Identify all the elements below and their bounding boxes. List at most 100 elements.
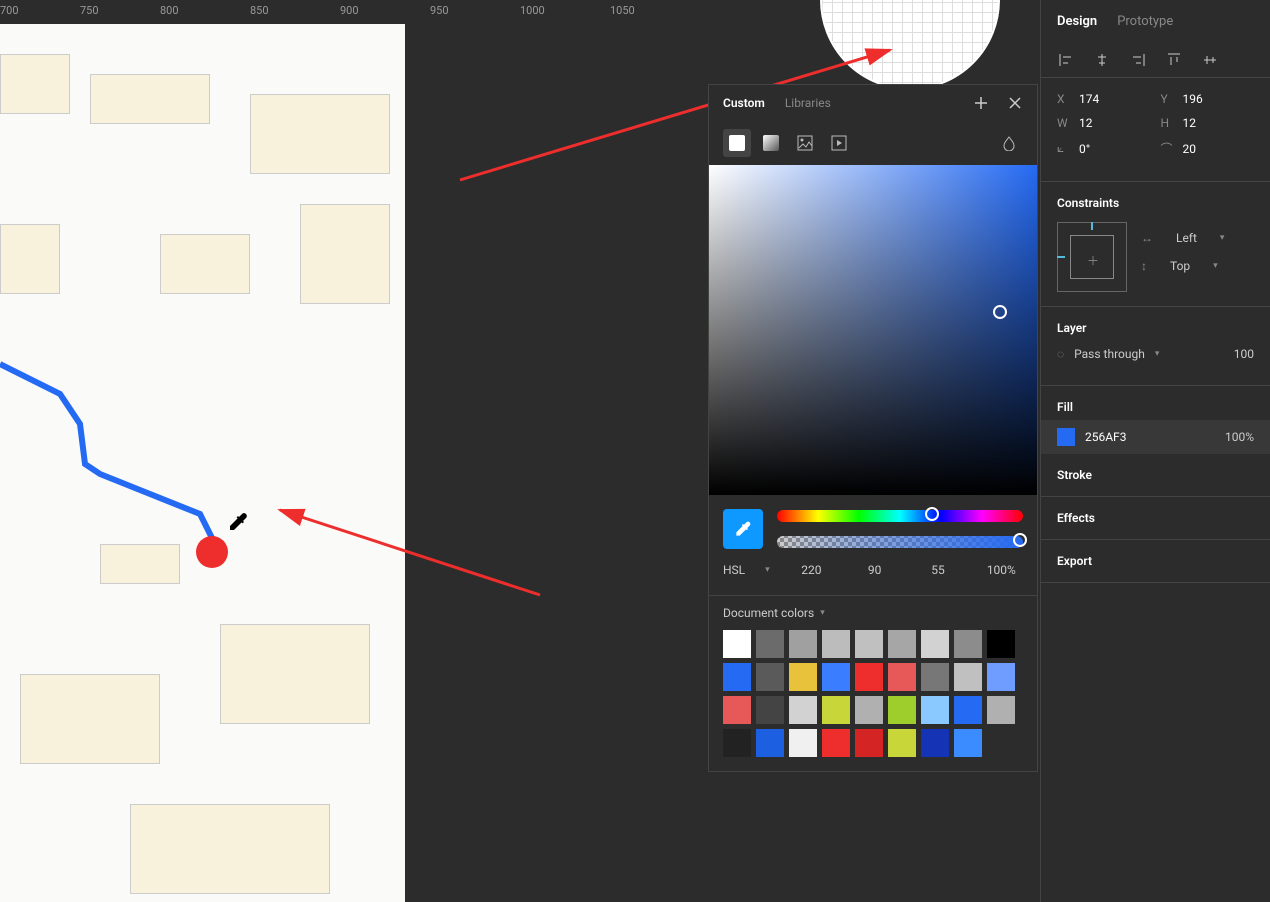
color-swatch[interactable] (789, 630, 817, 658)
color-swatch[interactable] (723, 696, 751, 724)
color-swatch[interactable] (888, 696, 916, 724)
hue-thumb[interactable] (925, 507, 939, 521)
blend-select[interactable]: Pass through (1074, 347, 1145, 361)
rotation-icon: ⟀ (1057, 141, 1071, 156)
color-swatch[interactable] (987, 696, 1015, 724)
fill-hex[interactable]: 256AF3 (1085, 430, 1126, 444)
radius-icon: ⌒ (1161, 140, 1175, 157)
eyedropper-button[interactable] (723, 509, 763, 549)
layer-opacity[interactable]: 100 (1234, 347, 1254, 361)
document-colors-label[interactable]: Document colors (723, 606, 814, 620)
color-swatch[interactable] (888, 729, 916, 757)
color-swatch[interactable] (855, 630, 883, 658)
constraints-widget[interactable]: ＋ (1057, 222, 1127, 292)
color-swatch[interactable] (855, 663, 883, 691)
color-swatch[interactable] (987, 630, 1015, 658)
tab-libraries[interactable]: Libraries (785, 96, 831, 110)
color-swatch[interactable] (888, 663, 916, 691)
alpha-thumb[interactable] (1013, 533, 1027, 547)
color-model-select[interactable]: HSL (723, 563, 745, 577)
fill-row[interactable]: 256AF3 100% (1041, 420, 1270, 454)
align-right-icon[interactable] (1129, 51, 1147, 69)
ruler-tick: 700 (0, 4, 19, 17)
lightness-value[interactable]: 55 (916, 563, 959, 577)
close-icon[interactable] (1007, 95, 1023, 111)
rotation-field[interactable]: 0° (1079, 142, 1090, 156)
align-hcenter-icon[interactable] (1093, 51, 1111, 69)
color-swatch[interactable] (756, 630, 784, 658)
tab-design[interactable]: Design (1057, 14, 1097, 29)
x-field[interactable]: 174 (1079, 92, 1099, 106)
inspector-panel: Design Prototype X174 Y196 W12 H12 ⟀0° ⌒… (1040, 0, 1270, 902)
color-swatch[interactable] (789, 696, 817, 724)
color-swatch[interactable] (723, 663, 751, 691)
color-swatch[interactable] (723, 729, 751, 757)
color-swatch[interactable] (921, 729, 949, 757)
color-swatch[interactable] (954, 663, 982, 691)
route-line (0, 24, 405, 902)
color-swatch[interactable] (756, 729, 784, 757)
gradient-fill-button[interactable] (757, 129, 785, 157)
color-picker-panel: Custom Libraries HSL ▾ 220 90 55 100% (708, 84, 1038, 772)
ruler-tick: 850 (250, 4, 269, 17)
vconstraint-select[interactable]: Top (1170, 259, 1190, 273)
saturation-thumb[interactable] (993, 305, 1007, 319)
height-field[interactable]: 12 (1183, 116, 1197, 130)
constraints-title: Constraints (1057, 196, 1254, 210)
color-swatch[interactable] (723, 630, 751, 658)
color-swatch[interactable] (822, 663, 850, 691)
color-swatch[interactable] (756, 663, 784, 691)
color-swatch[interactable] (789, 729, 817, 757)
color-swatch[interactable] (921, 630, 949, 658)
color-swatch[interactable] (855, 729, 883, 757)
add-style-icon[interactable] (973, 95, 989, 111)
color-swatch[interactable] (756, 696, 784, 724)
fill-opacity[interactable]: 100% (1225, 430, 1254, 444)
color-swatch[interactable] (888, 630, 916, 658)
color-swatch[interactable] (954, 630, 982, 658)
stroke-title[interactable]: Stroke (1057, 468, 1254, 482)
radius-field[interactable]: 20 (1183, 142, 1197, 156)
tab-custom[interactable]: Custom (723, 96, 765, 110)
color-swatch[interactable] (822, 630, 850, 658)
blend-icon: ◌ (1057, 347, 1064, 361)
color-swatch[interactable] (921, 696, 949, 724)
color-swatch[interactable] (822, 696, 850, 724)
color-swatch[interactable] (855, 696, 883, 724)
width-field[interactable]: 12 (1079, 116, 1093, 130)
layer-title: Layer (1057, 321, 1254, 335)
color-swatch[interactable] (954, 729, 982, 757)
color-swatch[interactable] (987, 663, 1015, 691)
align-left-icon[interactable] (1057, 51, 1075, 69)
image-fill-button[interactable] (791, 129, 819, 157)
color-swatch[interactable] (954, 696, 982, 724)
color-swatch[interactable] (921, 663, 949, 691)
fill-swatch[interactable] (1057, 428, 1075, 446)
blend-mode-icon[interactable] (995, 129, 1023, 157)
chevron-down-icon[interactable]: ▾ (820, 608, 825, 618)
canvas-artboard[interactable] (0, 24, 405, 902)
solid-fill-button[interactable] (723, 129, 751, 157)
hue-value[interactable]: 220 (790, 563, 833, 577)
color-swatch[interactable] (822, 729, 850, 757)
ruler-tick: 800 (160, 4, 179, 17)
y-field[interactable]: 196 (1183, 92, 1203, 106)
alpha-value[interactable]: 100% (980, 563, 1023, 577)
eyedropper-cursor-icon (226, 510, 250, 534)
eyedropper-magnifier (820, 0, 1000, 90)
ruler-tick: 750 (80, 4, 99, 17)
saturation-field[interactable] (709, 165, 1037, 495)
saturation-value[interactable]: 90 (853, 563, 896, 577)
alpha-slider[interactable] (777, 536, 1023, 548)
align-top-icon[interactable] (1165, 51, 1183, 69)
effects-title[interactable]: Effects (1057, 511, 1254, 525)
ruler-tick: 900 (340, 4, 359, 17)
hconstraint-select[interactable]: Left (1176, 231, 1197, 245)
tab-prototype[interactable]: Prototype (1117, 14, 1173, 29)
video-fill-button[interactable] (825, 129, 853, 157)
color-swatch[interactable] (789, 663, 817, 691)
document-swatches (709, 620, 1037, 771)
align-vcenter-icon[interactable] (1201, 51, 1219, 69)
hue-slider[interactable] (777, 510, 1023, 522)
export-title[interactable]: Export (1057, 554, 1254, 568)
